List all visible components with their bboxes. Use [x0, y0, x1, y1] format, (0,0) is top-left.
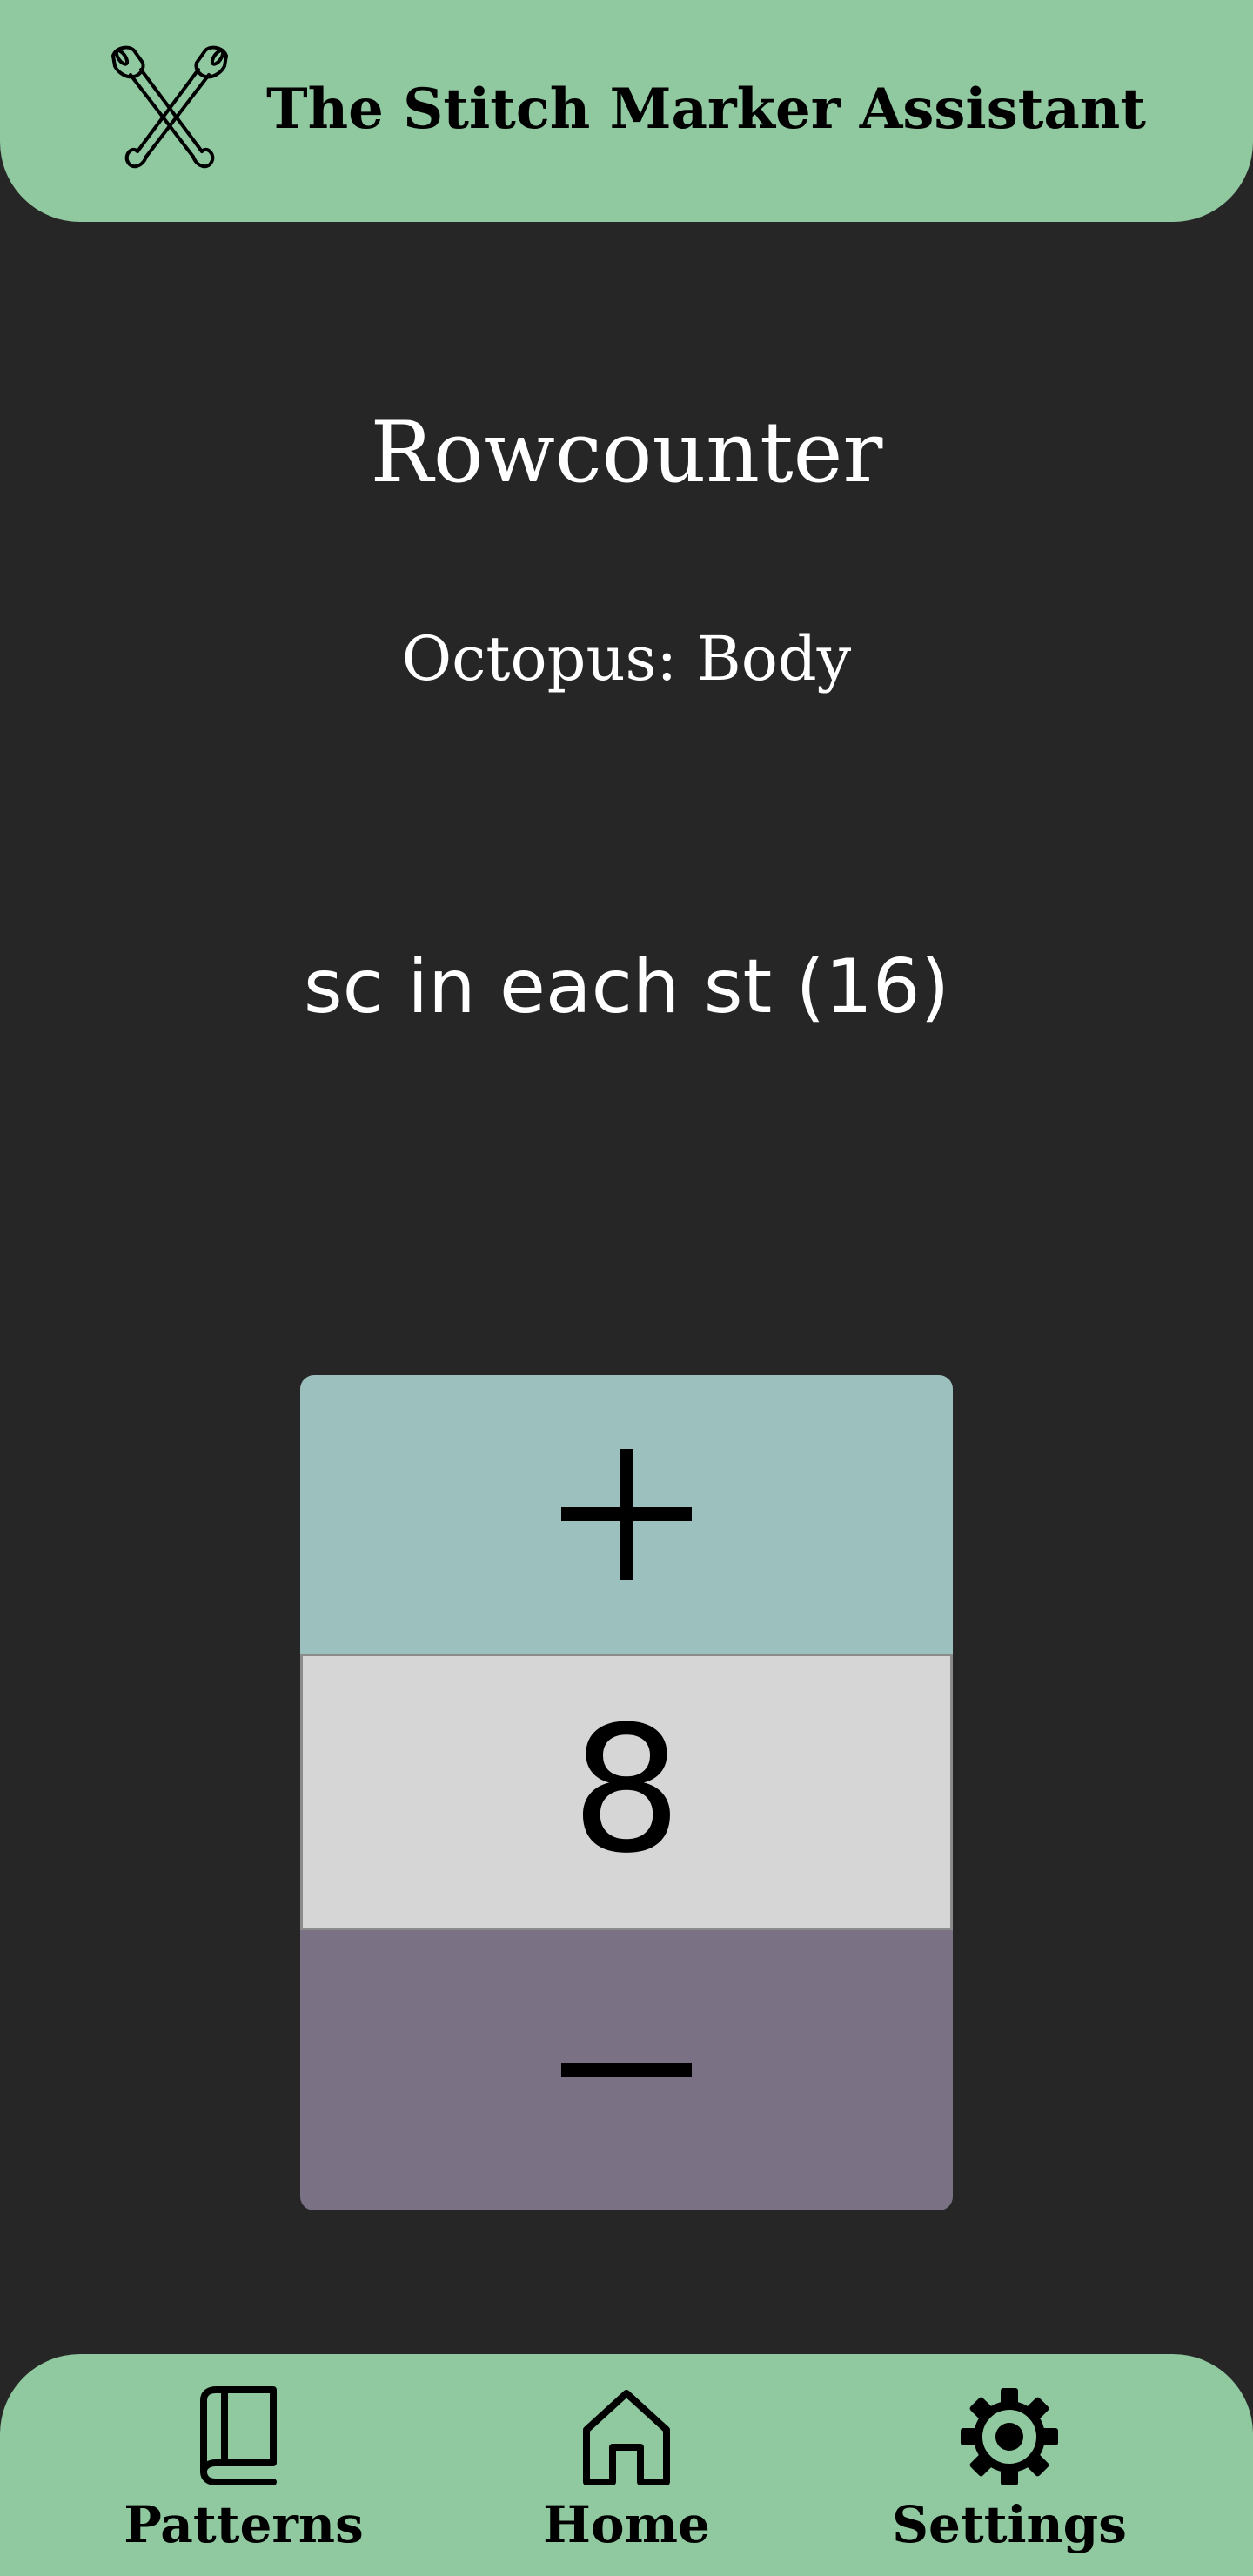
home-icon	[583, 2390, 670, 2485]
plus-icon	[561, 1449, 692, 1580]
nav-item-home[interactable]: Home	[470, 2354, 783, 2576]
row-instruction: sc in each st (16)	[303, 943, 950, 1030]
increment-button[interactable]	[300, 1375, 953, 1654]
row-count-display: 8	[300, 1654, 953, 1930]
nav-item-settings[interactable]: Settings	[853, 2354, 1166, 2576]
book-icon	[200, 2386, 277, 2485]
nav-label-settings: Settings	[892, 2495, 1127, 2554]
bottom-navigation: Patterns Home Settings	[0, 2354, 1253, 2576]
pattern-section-title: Octopus: Body	[401, 623, 852, 694]
page-title: Rowcounter	[370, 404, 883, 501]
crossed-stitch-markers-icon	[111, 45, 228, 169]
minus-icon	[561, 2063, 692, 2077]
decrement-button[interactable]	[300, 1930, 953, 2210]
gear-icon	[961, 2388, 1058, 2485]
app-header: The Stitch Marker Assistant	[0, 0, 1253, 222]
nav-item-patterns[interactable]: Patterns	[87, 2354, 400, 2576]
nav-label-home: Home	[543, 2495, 710, 2554]
app-title: The Stitch Marker Assistant	[266, 77, 1146, 142]
row-counter: 8	[300, 1375, 953, 2210]
nav-label-patterns: Patterns	[124, 2495, 364, 2554]
